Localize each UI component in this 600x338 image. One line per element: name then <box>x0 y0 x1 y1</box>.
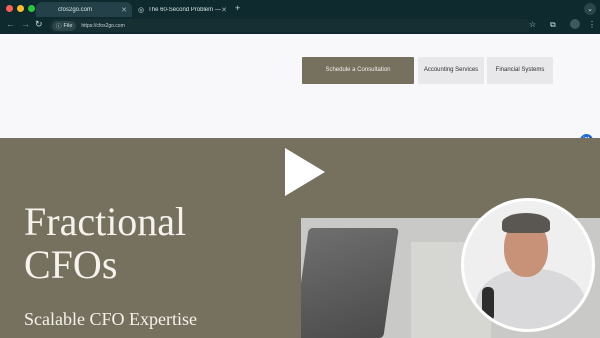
microphone-icon <box>482 287 494 321</box>
tab-title: cfos2go.com <box>58 6 93 13</box>
url-text: https://cfos2go.com <box>81 22 125 29</box>
site-info-button[interactable]: ⓘ File <box>52 20 77 31</box>
schedule-consultation-button[interactable]: Schedule a Consultation <box>302 57 414 84</box>
extensions-icon[interactable]: ⧉ <box>550 20 556 30</box>
play-icon[interactable] <box>285 148 325 196</box>
presenter-hair <box>502 213 550 233</box>
address-bar[interactable]: ⓘ File https://cfos2go.com <box>49 19 531 32</box>
tab-close-icon[interactable]: ✕ <box>221 6 227 14</box>
tab-title: The 60-Second Problem — <box>148 6 221 13</box>
menu-icon[interactable]: ⋮ <box>588 20 596 29</box>
browser-toolbar: ← → ↻ ⓘ File https://cfos2go.com ☆ ⧉ ⋮ <box>0 17 600 34</box>
info-icon: ⓘ <box>56 23 62 30</box>
reload-icon[interactable]: ↻ <box>35 19 43 30</box>
tab-close-icon[interactable]: ✕ <box>121 6 127 14</box>
forward-icon[interactable]: → <box>21 19 30 29</box>
hero-subtitle: Scalable CFO Expertise <box>24 309 197 329</box>
hero-title-line2: CFOs <box>24 242 118 287</box>
file-label: File <box>63 22 73 29</box>
window-zoom-button[interactable] <box>28 5 35 12</box>
browser-tab-bar: cfos2go.com ✕ ◎ The 60-Second Problem — … <box>0 0 600 17</box>
profile-icon[interactable] <box>570 19 580 29</box>
window-minimize-button[interactable] <box>17 5 24 12</box>
bookmark-star-icon[interactable]: ☆ <box>529 20 536 29</box>
hero-title: Fractional CFOs <box>24 200 186 286</box>
laptop-image <box>301 228 399 338</box>
globe-icon: ◎ <box>138 6 145 14</box>
tab-cfos2go[interactable]: cfos2go.com ✕ <box>36 2 132 17</box>
back-icon[interactable]: ← <box>6 19 15 29</box>
new-tab-button[interactable]: + <box>235 3 240 13</box>
financial-systems-button[interactable]: Financial Systems <box>487 57 553 84</box>
hero-title-line1: Fractional <box>24 199 187 244</box>
webcam-presenter-bubble <box>461 198 595 332</box>
tab-60-second-problem[interactable]: ◎ The 60-Second Problem — ✕ <box>134 2 232 17</box>
accounting-services-button[interactable]: Accounting Services <box>418 57 484 84</box>
tab-search-button[interactable]: ⌄ <box>584 3 596 15</box>
window-close-button[interactable] <box>6 5 13 12</box>
